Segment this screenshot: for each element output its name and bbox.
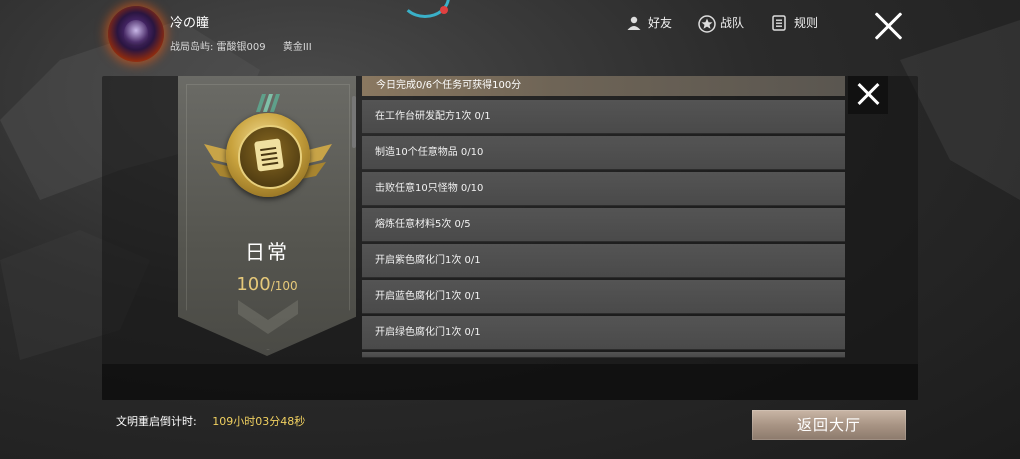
countdown-value: 109小时03分48秒 xyxy=(212,415,306,428)
return-lobby-button[interactable]: 返回大厅 xyxy=(752,410,906,440)
medal-score-max: /100 xyxy=(270,279,298,293)
player-info: 战局岛屿: 雷酸银009 黄金III xyxy=(170,38,326,53)
task-row: 击败任意10只怪物 0/10 xyxy=(362,172,845,206)
close-panel-button[interactable] xyxy=(848,76,888,114)
daily-task-document-icon xyxy=(254,138,284,172)
rules-document-icon xyxy=(772,14,788,31)
task-row: 熔炼任意材料5次 0/5 xyxy=(362,208,845,242)
task-row-partial xyxy=(362,352,845,358)
task-row: 在工作台研发配方1次 0/1 xyxy=(362,100,845,134)
countdown-label: 文明重启倒计时: xyxy=(116,415,197,428)
team-label: 战队 xyxy=(720,16,745,30)
medal-title: 日常 xyxy=(245,240,289,264)
content-footer-strip xyxy=(102,364,918,400)
close-page-button[interactable] xyxy=(873,10,905,42)
friends-button[interactable]: 好友 xyxy=(626,14,672,31)
friends-icon xyxy=(626,15,642,31)
player-name: 冷の瞳 xyxy=(170,16,210,31)
task-list-scrollbar[interactable] xyxy=(352,96,356,148)
banner-chevron-decoration xyxy=(238,300,298,334)
medal-score-value: 100 xyxy=(236,274,271,295)
friends-label: 好友 xyxy=(648,16,673,30)
rules-button[interactable]: 规则 xyxy=(772,14,818,31)
player-island: 战局岛屿: 雷酸银009 xyxy=(170,42,266,53)
task-row: 开启绿色腐化门1次 0/1 xyxy=(362,316,845,350)
team-button[interactable]: 战队 xyxy=(698,14,745,33)
avatar-portrait xyxy=(124,20,148,46)
task-row: 开启紫色腐化门1次 0/1 xyxy=(362,244,845,278)
notification-dot xyxy=(440,6,448,14)
rules-label: 规则 xyxy=(794,16,819,30)
close-icon xyxy=(856,82,880,106)
reset-countdown: 文明重启倒计时: 109小时03分48秒 xyxy=(116,413,305,429)
task-row: 制造10个任意物品 0/10 xyxy=(362,136,845,170)
task-summary-header: 今日完成0/6个任务可获得100分 xyxy=(362,76,845,96)
task-row: 开启蓝色腐化门1次 0/1 xyxy=(362,280,845,314)
team-star-icon xyxy=(698,14,716,33)
player-avatar[interactable] xyxy=(108,6,164,62)
player-rank: 黄金III xyxy=(282,42,312,53)
medal-ribbon-icon xyxy=(256,94,280,112)
medal-score: 100/100 xyxy=(178,274,356,295)
